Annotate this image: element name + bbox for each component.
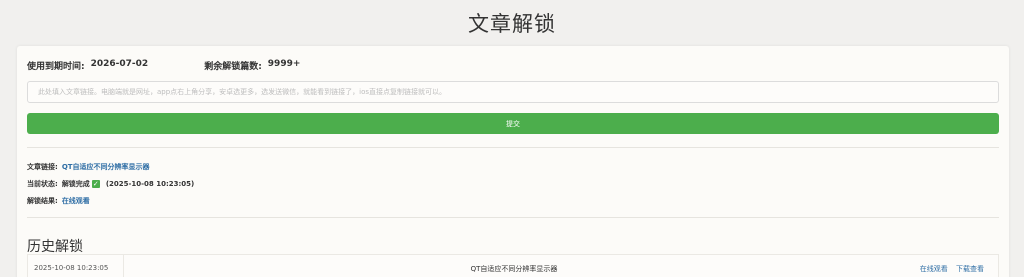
article-link-label: 文章链接: <box>27 163 58 171</box>
info-row: 使用到期时间: 2026-07-02 剩余解锁篇数: 9999+ <box>27 59 300 72</box>
result-label: 解锁结果: <box>27 197 58 205</box>
page-title: 文章解锁 <box>468 12 556 36</box>
table-row: 2025-10-08 10:23:05 QT自适应不同分辨率显示器 在线观看 下… <box>27 254 999 277</box>
online-view-link[interactable]: 在线观看 <box>62 196 90 206</box>
history-article-title: QT自适应不同分辨率显示器 <box>470 265 558 273</box>
article-url-input[interactable] <box>27 81 999 103</box>
result-line: 解锁结果: 在线观看 <box>27 196 90 206</box>
status-time: (2025-10-08 10:23:05) <box>105 180 195 188</box>
main-card: 使用到期时间: 2026-07-02 剩余解锁篇数: 9999+ 提交 文章链接… <box>17 46 1009 277</box>
history-download-link[interactable]: 下载查看 <box>956 265 984 273</box>
expire-label: 使用到期时间: <box>27 62 85 72</box>
article-link[interactable]: QT自适应不同分辨率显示器 <box>62 162 150 172</box>
history-view-link[interactable]: 在线观看 <box>920 265 948 273</box>
status-line: 当前状态: 解锁完成 ✓ (2025-10-08 10:23:05) <box>27 179 194 189</box>
history-actions: 在线观看 下载查看 <box>914 264 984 274</box>
submit-button[interactable]: 提交 <box>27 113 999 134</box>
history-title: 历史解锁 <box>27 239 83 255</box>
status-label: 当前状态: <box>27 180 58 188</box>
remaining-label: 剩余解锁篇数: <box>204 62 262 72</box>
status-text: 解锁完成 <box>61 180 90 188</box>
divider <box>27 217 999 218</box>
remaining-info: 剩余解锁篇数: 9999+ <box>204 59 300 72</box>
check-icon: ✓ <box>91 180 100 188</box>
remaining-value: 9999+ <box>267 59 301 69</box>
divider <box>27 147 999 148</box>
expire-value: 2026-07-02 <box>90 59 149 69</box>
article-link-line: 文章链接: QT自适应不同分辨率显示器 <box>27 162 150 172</box>
history-time: 2025-10-08 10:23:05 <box>34 264 109 272</box>
expire-info: 使用到期时间: 2026-07-02 <box>27 59 148 72</box>
